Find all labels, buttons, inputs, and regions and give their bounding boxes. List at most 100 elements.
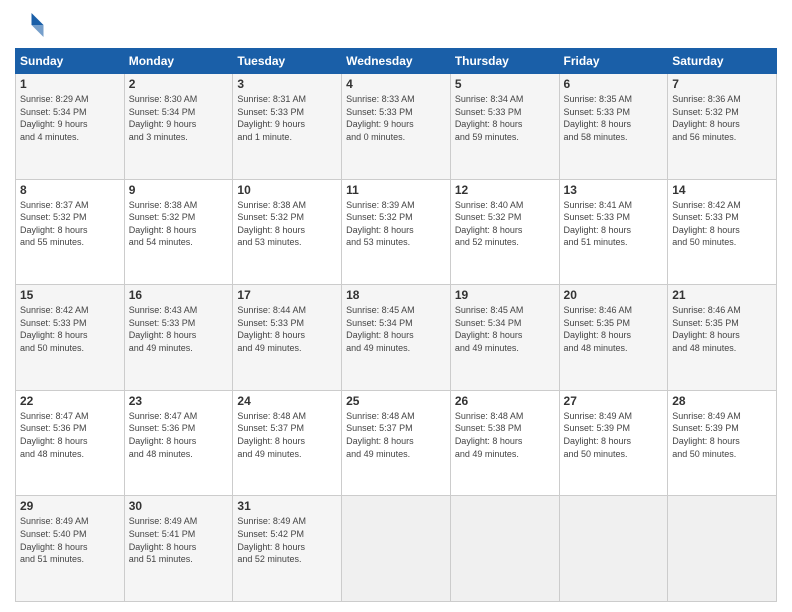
day-number: 2 — [129, 77, 229, 91]
day-number: 22 — [20, 394, 120, 408]
calendar-cell: 24 Sunrise: 8:48 AM Sunset: 5:37 PM Dayli… — [233, 390, 342, 496]
calendar-cell: 10 Sunrise: 8:38 AM Sunset: 5:32 PM Dayli… — [233, 179, 342, 285]
day-number: 24 — [237, 394, 337, 408]
calendar-cell: 31 Sunrise: 8:49 AM Sunset: 5:42 PM Dayli… — [233, 496, 342, 602]
day-number: 18 — [346, 288, 446, 302]
calendar-cell — [342, 496, 451, 602]
day-details: Sunrise: 8:38 AM Sunset: 5:32 PM Dayligh… — [237, 199, 337, 249]
day-details: Sunrise: 8:40 AM Sunset: 5:32 PM Dayligh… — [455, 199, 555, 249]
day-number: 13 — [564, 183, 664, 197]
header — [15, 10, 777, 40]
calendar-cell: 4 Sunrise: 8:33 AM Sunset: 5:33 PM Daylig… — [342, 74, 451, 180]
calendar-cell: 29 Sunrise: 8:49 AM Sunset: 5:40 PM Dayli… — [16, 496, 125, 602]
weekday-header-wednesday: Wednesday — [342, 49, 451, 74]
calendar-cell: 13 Sunrise: 8:41 AM Sunset: 5:33 PM Dayli… — [559, 179, 668, 285]
day-details: Sunrise: 8:47 AM Sunset: 5:36 PM Dayligh… — [129, 410, 229, 460]
day-details: Sunrise: 8:36 AM Sunset: 5:32 PM Dayligh… — [672, 93, 772, 143]
day-details: Sunrise: 8:48 AM Sunset: 5:37 PM Dayligh… — [346, 410, 446, 460]
day-number: 1 — [20, 77, 120, 91]
day-details: Sunrise: 8:49 AM Sunset: 5:39 PM Dayligh… — [564, 410, 664, 460]
calendar-week-row: 1Sunrise: 8:29 AM Sunset: 5:34 PM Daylig… — [16, 74, 777, 180]
day-number: 15 — [20, 288, 120, 302]
calendar-cell: 1Sunrise: 8:29 AM Sunset: 5:34 PM Daylig… — [16, 74, 125, 180]
weekday-header-thursday: Thursday — [450, 49, 559, 74]
day-number: 12 — [455, 183, 555, 197]
calendar-week-row: 29 Sunrise: 8:49 AM Sunset: 5:40 PM Dayli… — [16, 496, 777, 602]
calendar-cell: 26Sunrise: 8:48 AM Sunset: 5:38 PM Dayli… — [450, 390, 559, 496]
weekday-header-monday: Monday — [124, 49, 233, 74]
day-details: Sunrise: 8:47 AM Sunset: 5:36 PM Dayligh… — [20, 410, 120, 460]
day-details: Sunrise: 8:42 AM Sunset: 5:33 PM Dayligh… — [672, 199, 772, 249]
day-details: Sunrise: 8:42 AM Sunset: 5:33 PM Dayligh… — [20, 304, 120, 354]
calendar-cell: 28Sunrise: 8:49 AM Sunset: 5:39 PM Dayli… — [668, 390, 777, 496]
calendar-cell: 17Sunrise: 8:44 AM Sunset: 5:33 PM Dayli… — [233, 285, 342, 391]
day-details: Sunrise: 8:37 AM Sunset: 5:32 PM Dayligh… — [20, 199, 120, 249]
day-details: Sunrise: 8:45 AM Sunset: 5:34 PM Dayligh… — [346, 304, 446, 354]
calendar-cell — [668, 496, 777, 602]
day-details: Sunrise: 8:30 AM Sunset: 5:34 PM Dayligh… — [129, 93, 229, 143]
day-number: 29 — [20, 499, 120, 513]
day-number: 20 — [564, 288, 664, 302]
day-details: Sunrise: 8:33 AM Sunset: 5:33 PM Dayligh… — [346, 93, 446, 143]
day-details: Sunrise: 8:49 AM Sunset: 5:40 PM Dayligh… — [20, 515, 120, 565]
calendar-week-row: 22 Sunrise: 8:47 AM Sunset: 5:36 PM Dayli… — [16, 390, 777, 496]
calendar-cell: 6Sunrise: 8:35 AM Sunset: 5:33 PM Daylig… — [559, 74, 668, 180]
weekday-header-tuesday: Tuesday — [233, 49, 342, 74]
calendar-cell: 8 Sunrise: 8:37 AM Sunset: 5:32 PM Daylig… — [16, 179, 125, 285]
logo-icon — [15, 10, 45, 40]
weekday-header-saturday: Saturday — [668, 49, 777, 74]
calendar-cell: 20 Sunrise: 8:46 AM Sunset: 5:35 PM Dayli… — [559, 285, 668, 391]
day-number: 27 — [564, 394, 664, 408]
day-number: 30 — [129, 499, 229, 513]
calendar-cell: 19Sunrise: 8:45 AM Sunset: 5:34 PM Dayli… — [450, 285, 559, 391]
calendar-cell: 9Sunrise: 8:38 AM Sunset: 5:32 PM Daylig… — [124, 179, 233, 285]
day-number: 3 — [237, 77, 337, 91]
day-number: 11 — [346, 183, 446, 197]
calendar-cell: 21 Sunrise: 8:46 AM Sunset: 5:35 PM Dayli… — [668, 285, 777, 391]
calendar-cell: 22 Sunrise: 8:47 AM Sunset: 5:36 PM Dayli… — [16, 390, 125, 496]
day-number: 31 — [237, 499, 337, 513]
calendar-cell: 14 Sunrise: 8:42 AM Sunset: 5:33 PM Dayli… — [668, 179, 777, 285]
weekday-header-sunday: Sunday — [16, 49, 125, 74]
day-number: 4 — [346, 77, 446, 91]
day-number: 21 — [672, 288, 772, 302]
calendar-table: SundayMondayTuesdayWednesdayThursdayFrid… — [15, 48, 777, 602]
day-details: Sunrise: 8:49 AM Sunset: 5:41 PM Dayligh… — [129, 515, 229, 565]
day-details: Sunrise: 8:41 AM Sunset: 5:33 PM Dayligh… — [564, 199, 664, 249]
day-number: 6 — [564, 77, 664, 91]
calendar-cell: 7 Sunrise: 8:36 AM Sunset: 5:32 PM Daylig… — [668, 74, 777, 180]
day-details: Sunrise: 8:44 AM Sunset: 5:33 PM Dayligh… — [237, 304, 337, 354]
calendar-cell: 11 Sunrise: 8:39 AM Sunset: 5:32 PM Dayli… — [342, 179, 451, 285]
day-number: 5 — [455, 77, 555, 91]
day-number: 10 — [237, 183, 337, 197]
day-details: Sunrise: 8:49 AM Sunset: 5:39 PM Dayligh… — [672, 410, 772, 460]
calendar-week-row: 8 Sunrise: 8:37 AM Sunset: 5:32 PM Daylig… — [16, 179, 777, 285]
day-number: 8 — [20, 183, 120, 197]
day-details: Sunrise: 8:34 AM Sunset: 5:33 PM Dayligh… — [455, 93, 555, 143]
calendar-cell: 15 Sunrise: 8:42 AM Sunset: 5:33 PM Dayli… — [16, 285, 125, 391]
day-number: 7 — [672, 77, 772, 91]
calendar-cell: 25 Sunrise: 8:48 AM Sunset: 5:37 PM Dayli… — [342, 390, 451, 496]
day-details: Sunrise: 8:48 AM Sunset: 5:37 PM Dayligh… — [237, 410, 337, 460]
day-number: 23 — [129, 394, 229, 408]
calendar-cell: 2 Sunrise: 8:30 AM Sunset: 5:34 PM Daylig… — [124, 74, 233, 180]
day-details: Sunrise: 8:46 AM Sunset: 5:35 PM Dayligh… — [672, 304, 772, 354]
day-details: Sunrise: 8:49 AM Sunset: 5:42 PM Dayligh… — [237, 515, 337, 565]
day-number: 16 — [129, 288, 229, 302]
calendar-cell: 3 Sunrise: 8:31 AM Sunset: 5:33 PM Daylig… — [233, 74, 342, 180]
calendar-cell: 18 Sunrise: 8:45 AM Sunset: 5:34 PM Dayli… — [342, 285, 451, 391]
day-number: 26 — [455, 394, 555, 408]
day-details: Sunrise: 8:45 AM Sunset: 5:34 PM Dayligh… — [455, 304, 555, 354]
day-details: Sunrise: 8:46 AM Sunset: 5:35 PM Dayligh… — [564, 304, 664, 354]
calendar-week-row: 15 Sunrise: 8:42 AM Sunset: 5:33 PM Dayli… — [16, 285, 777, 391]
calendar-cell: 5 Sunrise: 8:34 AM Sunset: 5:33 PM Daylig… — [450, 74, 559, 180]
day-details: Sunrise: 8:31 AM Sunset: 5:33 PM Dayligh… — [237, 93, 337, 143]
day-details: Sunrise: 8:39 AM Sunset: 5:32 PM Dayligh… — [346, 199, 446, 249]
calendar-cell — [450, 496, 559, 602]
day-details: Sunrise: 8:43 AM Sunset: 5:33 PM Dayligh… — [129, 304, 229, 354]
day-number: 14 — [672, 183, 772, 197]
calendar-cell: 27 Sunrise: 8:49 AM Sunset: 5:39 PM Dayli… — [559, 390, 668, 496]
calendar-cell: 12 Sunrise: 8:40 AM Sunset: 5:32 PM Dayli… — [450, 179, 559, 285]
page-container: SundayMondayTuesdayWednesdayThursdayFrid… — [0, 0, 792, 612]
day-number: 25 — [346, 394, 446, 408]
